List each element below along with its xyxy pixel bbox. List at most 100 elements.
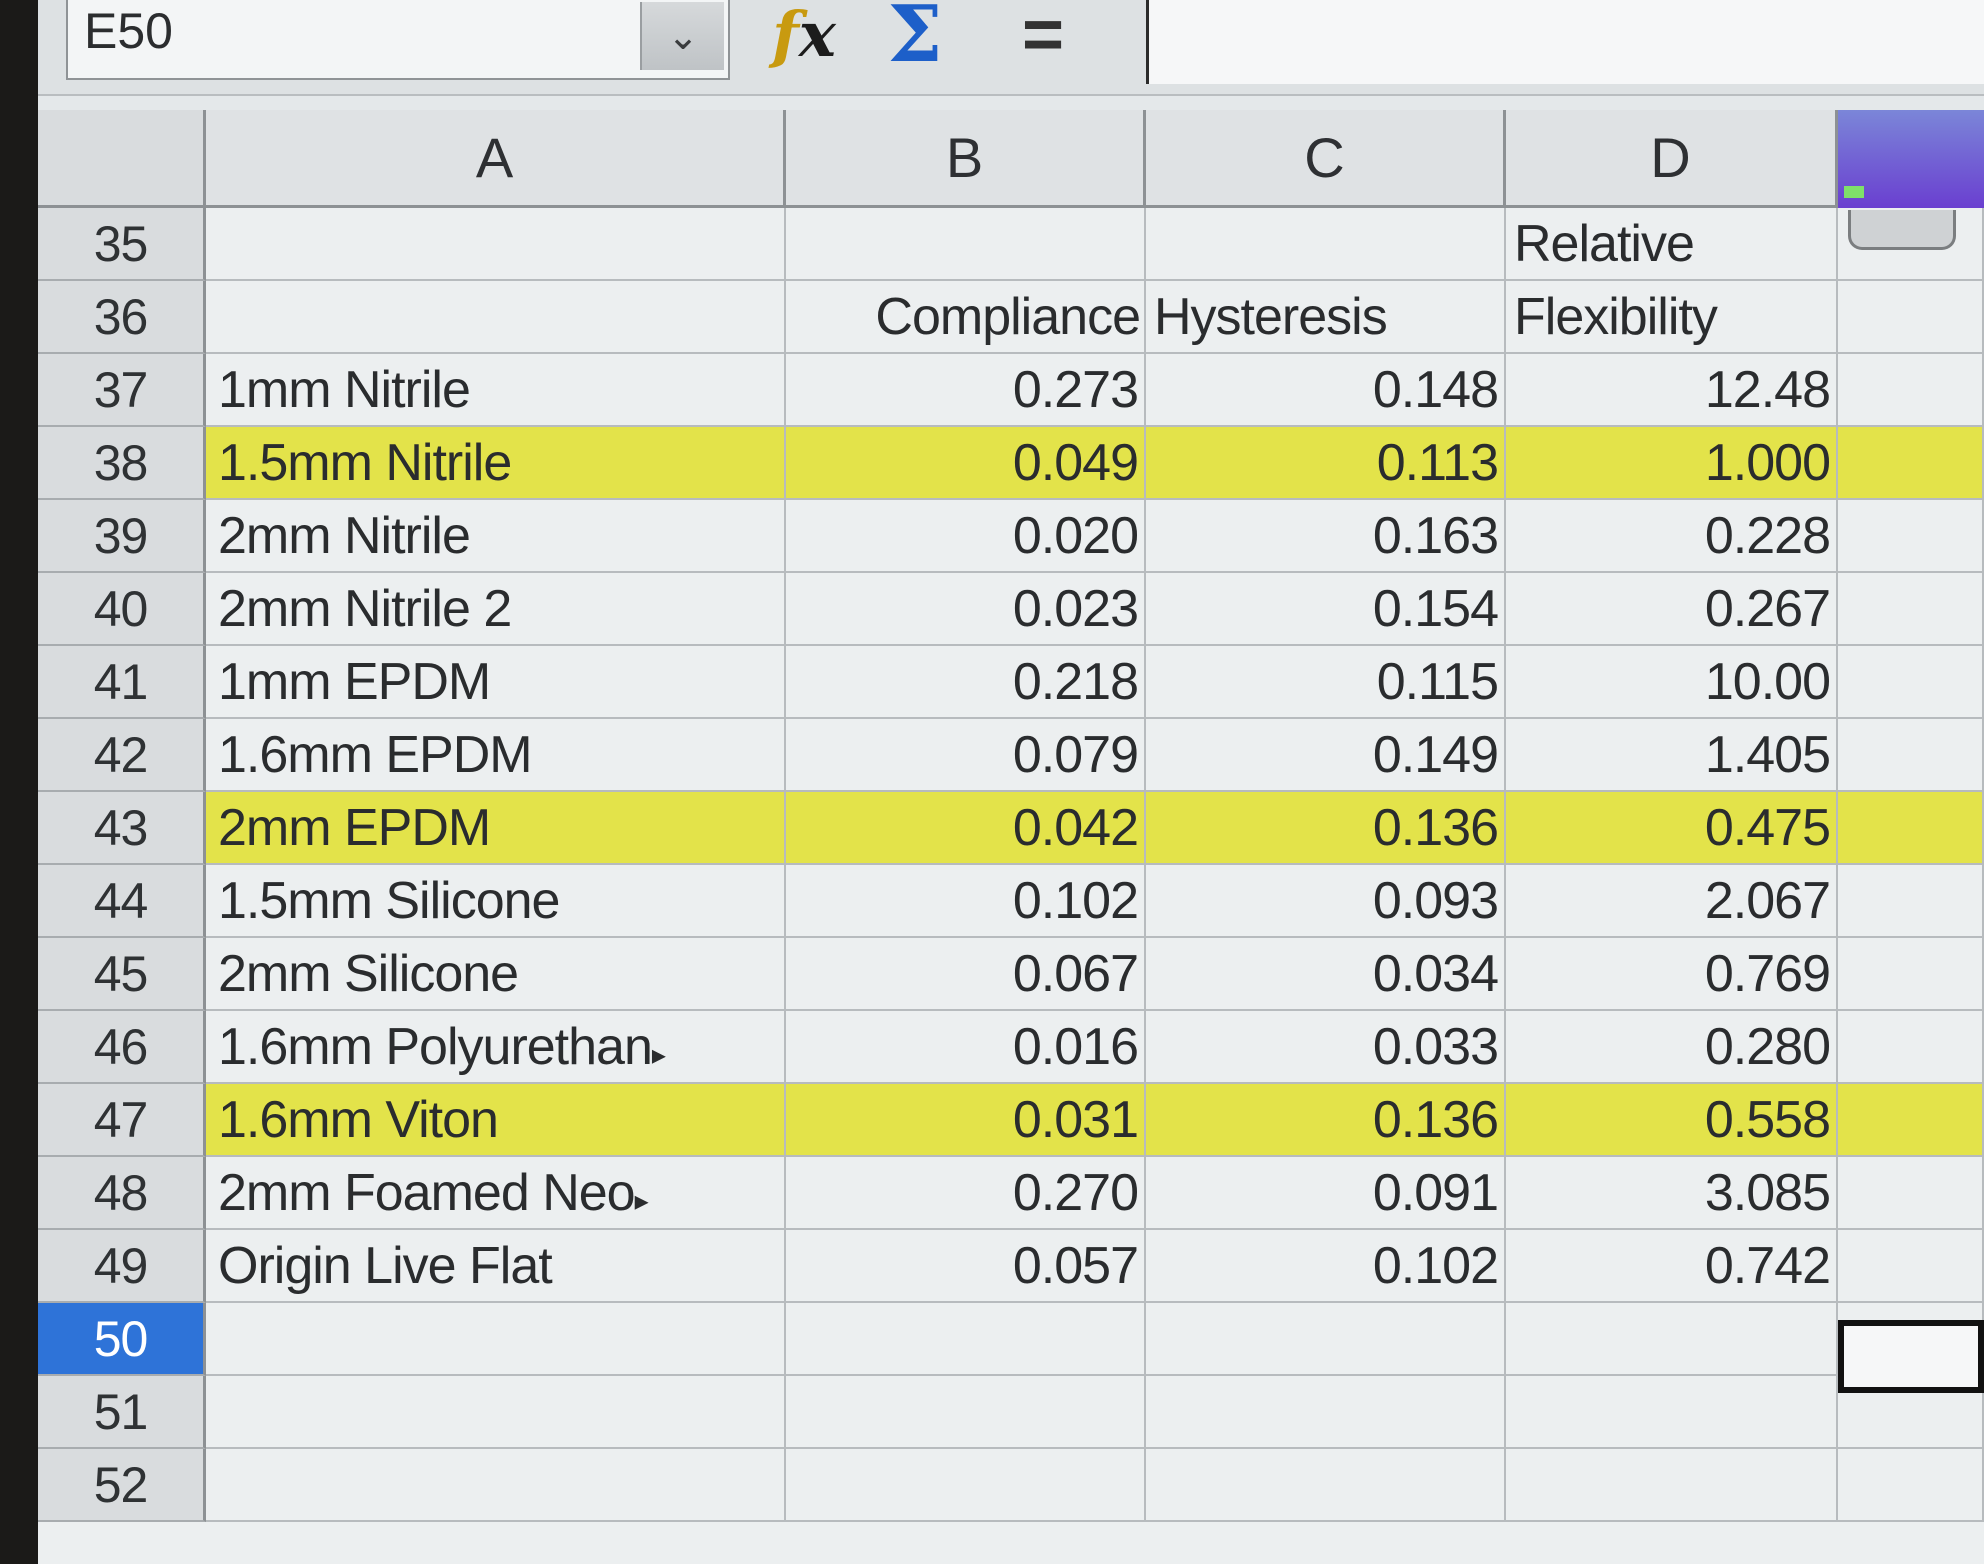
cell-material[interactable]: 2mm Nitrile	[206, 500, 786, 573]
cell-e[interactable]	[1838, 1157, 1984, 1230]
cell-material[interactable]: 2mm EPDM	[206, 792, 786, 865]
cell-compliance[interactable]: 0.031	[786, 1084, 1146, 1157]
cell-hysteresis[interactable]: 0.093	[1146, 865, 1506, 938]
row-header[interactable]: 52	[38, 1449, 206, 1522]
cell-d[interactable]	[1506, 1376, 1838, 1449]
cell-b[interactable]	[786, 1449, 1146, 1522]
row-header[interactable]: 42	[38, 719, 206, 792]
cell-relative-flexibility[interactable]: 0.280	[1506, 1011, 1838, 1084]
cell-material[interactable]: 2mm Nitrile 2	[206, 573, 786, 646]
cell-b-header[interactable]: Compliance	[786, 281, 1146, 354]
row-header[interactable]: 50	[38, 1303, 206, 1376]
column-header-a[interactable]: A	[206, 110, 786, 208]
cell-hysteresis[interactable]: 0.154	[1146, 573, 1506, 646]
select-all-corner[interactable]	[38, 110, 206, 208]
cell-c[interactable]	[1146, 208, 1506, 281]
cell-compliance[interactable]: 0.270	[786, 1157, 1146, 1230]
cell-relative-flexibility[interactable]: 0.267	[1506, 573, 1838, 646]
cell-hysteresis[interactable]: 0.148	[1146, 354, 1506, 427]
name-box[interactable]: E50 ⌄	[66, 0, 730, 80]
cell-d[interactable]	[1506, 1449, 1838, 1522]
row-header[interactable]: 47	[38, 1084, 206, 1157]
row-header[interactable]: 39	[38, 500, 206, 573]
cell-d-header[interactable]: Flexibility	[1506, 281, 1838, 354]
cell-material[interactable]: 1.6mm Viton	[206, 1084, 786, 1157]
equals-icon[interactable]: =	[988, 0, 1098, 78]
spreadsheet-grid[interactable]: A B C D 35 Relative 36 Compliance Hysteresis…	[38, 110, 1984, 1564]
row-header[interactable]: 51	[38, 1376, 206, 1449]
cell-a[interactable]	[206, 281, 786, 354]
cell-compliance[interactable]: 0.079	[786, 719, 1146, 792]
cell-e[interactable]	[1838, 646, 1984, 719]
row-header[interactable]: 38	[38, 427, 206, 500]
cell-hysteresis[interactable]: 0.033	[1146, 1011, 1506, 1084]
cell-hysteresis[interactable]: 0.102	[1146, 1230, 1506, 1303]
row-header[interactable]: 41	[38, 646, 206, 719]
cell-e[interactable]	[1838, 427, 1984, 500]
cell-compliance[interactable]: 0.042	[786, 792, 1146, 865]
cell-c[interactable]	[1146, 1449, 1506, 1522]
name-box-value[interactable]: E50	[84, 0, 173, 62]
cell-relative-flexibility[interactable]: 2.067	[1506, 865, 1838, 938]
cell-relative-flexibility[interactable]: 0.475	[1506, 792, 1838, 865]
cell-material[interactable]: Origin Live Flat	[206, 1230, 786, 1303]
cell-e[interactable]	[1838, 1084, 1984, 1157]
cell-relative-flexibility[interactable]: 0.742	[1506, 1230, 1838, 1303]
row-header[interactable]: 45	[38, 938, 206, 1011]
cell-e[interactable]	[1838, 208, 1984, 281]
cell-compliance[interactable]: 0.023	[786, 573, 1146, 646]
active-cell-e50[interactable]	[1838, 1320, 1984, 1393]
row-header[interactable]: 40	[38, 573, 206, 646]
cell-e[interactable]	[1838, 573, 1984, 646]
cell-compliance[interactable]: 0.273	[786, 354, 1146, 427]
cell-hysteresis[interactable]: 0.163	[1146, 500, 1506, 573]
cell-a[interactable]	[206, 1303, 786, 1376]
cell-e[interactable]	[1838, 719, 1984, 792]
row-header[interactable]: 49	[38, 1230, 206, 1303]
cell-e[interactable]	[1838, 938, 1984, 1011]
cell-compliance[interactable]: 0.102	[786, 865, 1146, 938]
cell-relative-flexibility[interactable]: 1.405	[1506, 719, 1838, 792]
cell-hysteresis[interactable]: 0.149	[1146, 719, 1506, 792]
cell-c[interactable]	[1146, 1303, 1506, 1376]
function-wizard-icon[interactable]: fx	[754, 0, 854, 78]
cell-e[interactable]	[1838, 500, 1984, 573]
row-header[interactable]: 44	[38, 865, 206, 938]
cell-e[interactable]	[1838, 1230, 1984, 1303]
cell-e[interactable]	[1838, 865, 1984, 938]
cell-hysteresis[interactable]: 0.113	[1146, 427, 1506, 500]
cell-compliance[interactable]: 0.020	[786, 500, 1146, 573]
column-header-d[interactable]: D	[1506, 110, 1838, 208]
row-header[interactable]: 46	[38, 1011, 206, 1084]
cell-relative-flexibility[interactable]: 0.228	[1506, 500, 1838, 573]
formula-input[interactable]	[1146, 0, 1984, 84]
column-header-e[interactable]	[1838, 110, 1984, 208]
cell-relative-flexibility[interactable]: 3.085	[1506, 1157, 1838, 1230]
cell-b[interactable]	[786, 208, 1146, 281]
row-header[interactable]: 48	[38, 1157, 206, 1230]
cell-hysteresis[interactable]: 0.115	[1146, 646, 1506, 719]
cell-material[interactable]: 2mm Silicone	[206, 938, 786, 1011]
cell-compliance[interactable]: 0.016	[786, 1011, 1146, 1084]
cell-hysteresis[interactable]: 0.136	[1146, 1084, 1506, 1157]
column-header-b[interactable]: B	[786, 110, 1146, 208]
cell-d[interactable]	[1506, 1303, 1838, 1376]
cell-material[interactable]: 1.5mm Nitrile	[206, 427, 786, 500]
cell-e[interactable]	[1838, 1449, 1984, 1522]
cell-b[interactable]	[786, 1376, 1146, 1449]
cell-compliance[interactable]: 0.049	[786, 427, 1146, 500]
cell-hysteresis[interactable]: 0.136	[1146, 792, 1506, 865]
cell-d-header[interactable]: Relative	[1506, 208, 1838, 281]
cell-relative-flexibility[interactable]: 10.00	[1506, 646, 1838, 719]
cell-c[interactable]	[1146, 1376, 1506, 1449]
cell-material[interactable]: 1mm EPDM	[206, 646, 786, 719]
row-header[interactable]: 35	[38, 208, 206, 281]
cell-relative-flexibility[interactable]: 0.769	[1506, 938, 1838, 1011]
resize-handle[interactable]	[1844, 186, 1864, 198]
sum-icon[interactable]: Σ	[870, 0, 960, 78]
cell-material[interactable]: 1.6mm EPDM	[206, 719, 786, 792]
cell-relative-flexibility[interactable]: 0.558	[1506, 1084, 1838, 1157]
row-header[interactable]: 43	[38, 792, 206, 865]
cell-a[interactable]	[206, 1376, 786, 1449]
cell-material[interactable]: 1mm Nitrile	[206, 354, 786, 427]
